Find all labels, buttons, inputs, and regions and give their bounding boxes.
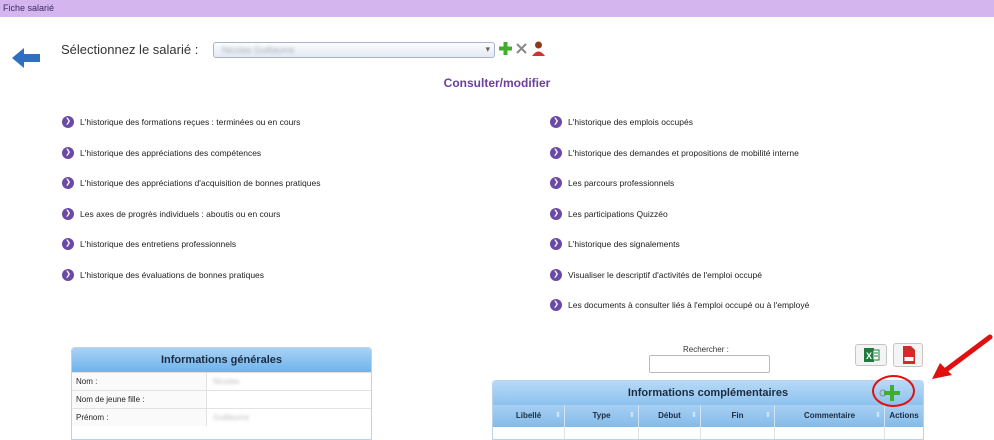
column-header-fin[interactable]: Fin ⇕ — [701, 405, 775, 427]
table-header: Libellé ⇕ Type ⇕ Début ⇕ Fin ⇕ Commentaire ⇕ … — [493, 405, 923, 427]
highlight-circle — [872, 375, 915, 407]
chevron-right-icon: ❯ — [62, 238, 74, 250]
employee-tools — [499, 40, 559, 58]
history-links-right: ❯ L'historique des emplois occupés ❯ L'his… — [550, 116, 809, 330]
chevron-right-icon: ❯ — [550, 146, 562, 159]
history-link[interactable]: ❯ Les parcours professionnels — [550, 177, 809, 208]
table-row: Nom de jeune fille : — [72, 390, 371, 408]
chevron-right-icon: ❯ — [550, 299, 562, 311]
chevron-right-icon: ❯ — [62, 207, 74, 220]
chevron-right-icon: ❯ — [550, 238, 562, 250]
history-link[interactable]: ❯ Les documents à consulter liés à l'empl… — [550, 299, 809, 330]
history-link[interactable]: ❯ L'historique des demandes et propositio… — [550, 146, 809, 178]
section-title: Consulter/modifier — [443, 76, 551, 90]
sort-icon: ⇕ — [875, 412, 881, 419]
info-label: Prénom : — [72, 409, 207, 426]
history-links-left: ❯ L'historique des formations reçues : te… — [62, 116, 320, 299]
sort-icon: ⇕ — [629, 412, 635, 419]
add-employee-icon[interactable] — [499, 42, 512, 55]
history-link[interactable]: ❯ L'historique des signalements — [550, 238, 809, 269]
info-label: Nom : — [72, 373, 207, 390]
history-link[interactable]: ❯ Visualiser le descriptif d'activités de… — [550, 268, 809, 300]
chevron-down-icon[interactable]: ▾ — [485, 44, 490, 55]
general-info-panel: Informations générales Nom : Nicolas Nom… — [71, 347, 372, 440]
sort-icon: ⇕ — [765, 412, 771, 419]
complementary-info-title: Informations complémentaires — [493, 381, 923, 405]
history-link[interactable]: ❯ L'historique des appréciations d'acquis… — [62, 177, 320, 208]
complementary-info-panel: Informations complémentaires Libellé ⇕ Ty… — [492, 380, 924, 440]
sort-icon: ⇕ — [691, 412, 697, 419]
history-link[interactable]: ❯ L'historique des formations reçues : te… — [62, 116, 320, 147]
history-link[interactable]: ❯ L'historique des évaluations de bonnes … — [62, 268, 320, 300]
table-row: Prénom : Guillaume — [72, 408, 371, 426]
top-bar: Fiche salarié — [0, 0, 994, 17]
column-header-libelle[interactable]: Libellé ⇕ — [493, 405, 565, 427]
tools-icon[interactable] — [515, 42, 528, 55]
column-header-type[interactable]: Type ⇕ — [565, 405, 639, 427]
back-arrow-icon[interactable] — [12, 48, 40, 68]
pdf-icon — [903, 346, 915, 364]
column-header-debut[interactable]: Début ⇕ — [639, 405, 701, 427]
svg-text:X: X — [866, 351, 872, 361]
table-row — [493, 427, 923, 439]
sort-icon: ⇕ — [555, 412, 561, 419]
chevron-right-icon: ❯ — [62, 268, 74, 281]
chevron-right-icon: ❯ — [550, 268, 562, 281]
info-value: Nicolas — [213, 377, 240, 386]
general-info-title: Informations générales — [72, 348, 371, 372]
search-label: Rechercher : — [683, 345, 729, 354]
column-header-commentaire[interactable]: Commentaire ⇕ — [775, 405, 885, 427]
column-header-actions[interactable]: Actions — [885, 405, 923, 427]
chevron-right-icon: ❯ — [62, 146, 74, 159]
chevron-right-icon: ❯ — [62, 177, 74, 189]
employee-select-label: Sélectionnez le salarié : — [61, 42, 199, 57]
chevron-right-icon: ❯ — [550, 116, 562, 128]
export-pdf-button[interactable] — [893, 343, 923, 367]
chevron-right-icon: ❯ — [550, 207, 562, 220]
employee-select-value: Nicolas Guillaume — [222, 45, 295, 55]
info-label: Nom de jeune fille : — [72, 391, 207, 408]
export-excel-button[interactable]: X — [855, 344, 887, 366]
excel-icon: X — [864, 348, 880, 362]
table-row: Nom : Nicolas — [72, 372, 371, 390]
chevron-right-icon: ❯ — [62, 116, 74, 128]
page-title: Fiche salarié — [3, 3, 55, 13]
history-link[interactable]: ❯ L'historique des appréciations des comp… — [62, 146, 320, 178]
history-link[interactable]: ❯ Les axes de progrès individuels : about… — [62, 207, 320, 239]
info-value — [207, 391, 213, 408]
history-link[interactable]: ❯ Les participations Quizzéo — [550, 207, 809, 239]
employee-profile-icon[interactable] — [532, 41, 545, 56]
red-arrow-annotation-icon — [932, 334, 993, 379]
info-value: Guillaume — [213, 413, 250, 422]
chevron-right-icon: ❯ — [550, 177, 562, 189]
search-input[interactable] — [649, 355, 770, 373]
history-link[interactable]: ❯ L'historique des emplois occupés — [550, 116, 809, 147]
employee-select[interactable]: Nicolas Guillaume ▾ — [213, 42, 495, 58]
history-link[interactable]: ❯ L'historique des entretiens professionn… — [62, 238, 320, 269]
